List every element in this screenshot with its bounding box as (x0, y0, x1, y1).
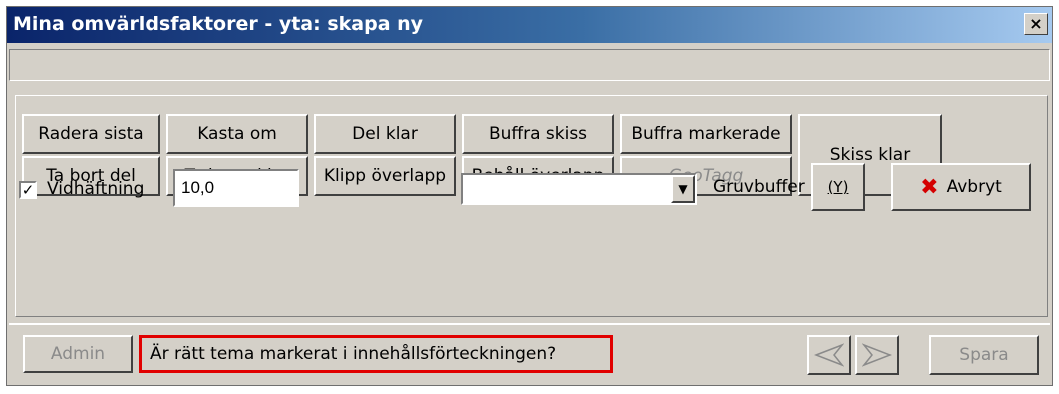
arrow-right-icon (862, 343, 892, 367)
snapping-tolerance-input[interactable] (173, 169, 299, 207)
reverse-button[interactable]: Kasta om (166, 114, 308, 154)
arrow-left-icon (814, 343, 844, 367)
gruvbuffer-label: Gruvbuffer (713, 177, 805, 197)
dialog-window: Mina omvärldsfaktorer - yta: skapa ny × … (6, 6, 1053, 386)
bottom-bar: Admin Är rätt tema markerat i innehållsf… (9, 323, 1050, 383)
chevron-down-icon[interactable]: ▼ (671, 175, 695, 203)
clip-overlap-button[interactable]: Klipp överlapp (314, 156, 456, 196)
cancel-label: Avbryt (946, 177, 1002, 197)
snapping-checkbox[interactable]: ✓ (19, 181, 37, 199)
close-icon: × (1029, 14, 1043, 33)
close-button[interactable]: × (1024, 13, 1048, 35)
buffer-sketch-button[interactable]: Buffra skiss (462, 114, 614, 154)
theme-dropdown[interactable]: ▼ (461, 173, 697, 205)
window-title: Mina omvärldsfaktorer - yta: skapa ny (13, 13, 424, 35)
admin-button[interactable]: Admin (23, 335, 133, 373)
delete-last-button[interactable]: Radera sista (22, 114, 160, 154)
part-done-button[interactable]: Del klar (314, 114, 456, 154)
cancel-x-icon: ✖ (920, 174, 939, 200)
gruvbuffer-button[interactable]: (Y) (811, 163, 865, 211)
instruction-message: Är rätt tema markerat i innehållsförteck… (139, 335, 613, 373)
status-bar (9, 49, 1050, 81)
previous-button[interactable] (807, 335, 851, 375)
save-button[interactable]: Spara (929, 335, 1039, 375)
buffer-selected-button[interactable]: Buffra markerade (620, 114, 792, 154)
snapping-label: Vidhäftning (47, 179, 145, 199)
cancel-button[interactable]: ✖ Avbryt (891, 163, 1031, 211)
next-button[interactable] (855, 335, 899, 375)
title-bar[interactable]: Mina omvärldsfaktorer - yta: skapa ny × (7, 7, 1052, 43)
buffer-tool-icon: (Y) (827, 178, 849, 196)
